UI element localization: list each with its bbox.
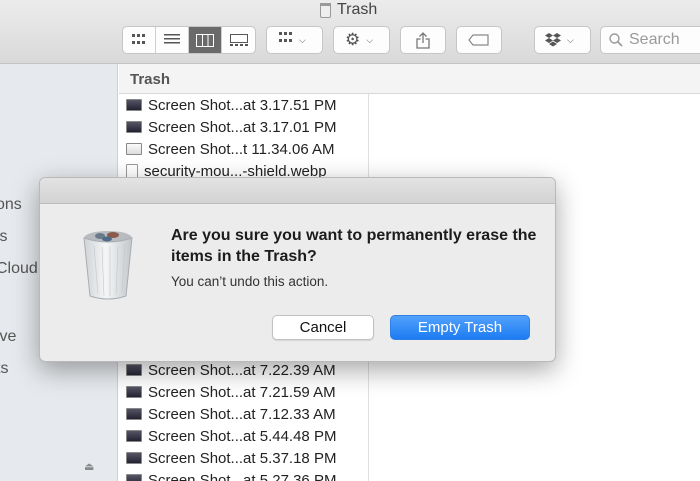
cancel-button[interactable]: Cancel — [272, 315, 374, 340]
image-thumbnail-icon — [126, 143, 142, 155]
trash-can-icon — [83, 231, 133, 300]
window-title-text: Trash — [337, 1, 378, 18]
file-name: Screen Shot...at 3.17.01 PM — [148, 118, 337, 136]
dropbox-icon — [545, 33, 561, 47]
empty-trash-dialog: Are you sure you want to permanently era… — [39, 177, 556, 362]
image-thumbnail-icon — [126, 452, 142, 464]
window-title: Trash — [320, 1, 377, 19]
empty-trash-button[interactable]: Empty Trash — [390, 315, 530, 340]
image-thumbnail-icon — [126, 121, 142, 133]
image-thumbnail-icon — [126, 408, 142, 420]
search-icon — [609, 33, 623, 47]
sidebar-item-ons[interactable]: ons — [0, 196, 22, 214]
list-item[interactable]: Screen Shot...at 5.44.48 PM — [126, 425, 336, 447]
list-view-icon[interactable] — [156, 27, 189, 53]
file-name: Screen Shot...at 5.27.36 PM — [148, 471, 337, 481]
tag-button[interactable] — [456, 26, 502, 54]
image-thumbnail-icon — [126, 364, 142, 376]
sidebar-item-ive[interactable]: ive — [0, 328, 16, 346]
list-item[interactable]: Screen Shot...at 7.22.39 AM — [126, 359, 336, 381]
grid-view-icon[interactable] — [123, 27, 156, 53]
file-name: Screen Shot...at 7.21.59 AM — [148, 383, 336, 401]
eject-icon[interactable]: ⏏ — [84, 460, 94, 473]
dialog-titlebar — [40, 178, 555, 204]
file-name: Screen Shot...at 3.17.51 PM — [148, 96, 337, 114]
chevron-down-icon: ⌵ — [567, 34, 574, 45]
list-item[interactable]: Screen Shot...at 3.17.51 PM — [126, 94, 336, 116]
dialog-message: You can’t undo this action. — [171, 274, 329, 289]
image-thumbnail-icon — [126, 474, 142, 481]
toolbar: Trash ⌵ ⚙ ⌵ ⌵ Search — [0, 0, 700, 64]
list-item[interactable]: Screen Shot...at 7.12.33 AM — [126, 403, 336, 425]
file-name: Screen Shot...t 11.34.06 AM — [148, 140, 335, 158]
image-thumbnail-icon — [126, 99, 142, 111]
gallery-view-icon[interactable] — [222, 27, 255, 53]
sidebar-item-ls[interactable]: ls — [0, 228, 8, 246]
tag-icon — [468, 34, 489, 46]
share-icon — [416, 31, 430, 49]
column-view-icon[interactable] — [189, 27, 222, 53]
chevron-down-icon: ⌵ — [299, 34, 306, 45]
file-name: Screen Shot...at 5.37.18 PM — [148, 449, 337, 467]
group-icon — [279, 31, 293, 49]
search-field[interactable]: Search — [600, 26, 700, 54]
image-thumbnail-icon — [126, 430, 142, 442]
sidebar-item-ts[interactable]: ts — [0, 360, 8, 378]
list-item[interactable]: Screen Shot...at 7.21.59 AM — [126, 381, 336, 403]
file-name: Screen Shot...at 7.22.39 AM — [148, 361, 336, 379]
image-thumbnail-icon — [126, 386, 142, 398]
gear-icon: ⚙ — [345, 30, 361, 49]
dialog-title: Are you sure you want to permanently era… — [171, 227, 537, 265]
list-item[interactable]: Screen Shot...at 5.27.36 PM — [126, 469, 336, 481]
file-name: Screen Shot...at 5.44.48 PM — [148, 427, 337, 445]
list-item[interactable]: Screen Shot...t 11.34.06 AM — [126, 138, 335, 160]
dropbox-button[interactable]: ⌵ — [534, 26, 591, 54]
chevron-down-icon: ⌵ — [366, 34, 374, 45]
list-item[interactable]: Screen Shot...at 5.37.18 PM — [126, 447, 336, 469]
file-name: Screen Shot...at 7.12.33 AM — [148, 405, 336, 423]
column-header: Trash — [119, 64, 700, 94]
group-button[interactable]: ⌵ — [266, 26, 323, 54]
sidebar-item-cloud[interactable]: Cloud — [0, 260, 38, 278]
action-button[interactable]: ⚙ ⌵ — [333, 26, 390, 54]
list-item[interactable]: Screen Shot...at 3.17.01 PM — [126, 116, 336, 138]
search-placeholder: Search — [629, 31, 680, 48]
view-switcher — [122, 26, 256, 54]
share-button[interactable] — [400, 26, 446, 54]
trash-icon — [320, 2, 331, 18]
